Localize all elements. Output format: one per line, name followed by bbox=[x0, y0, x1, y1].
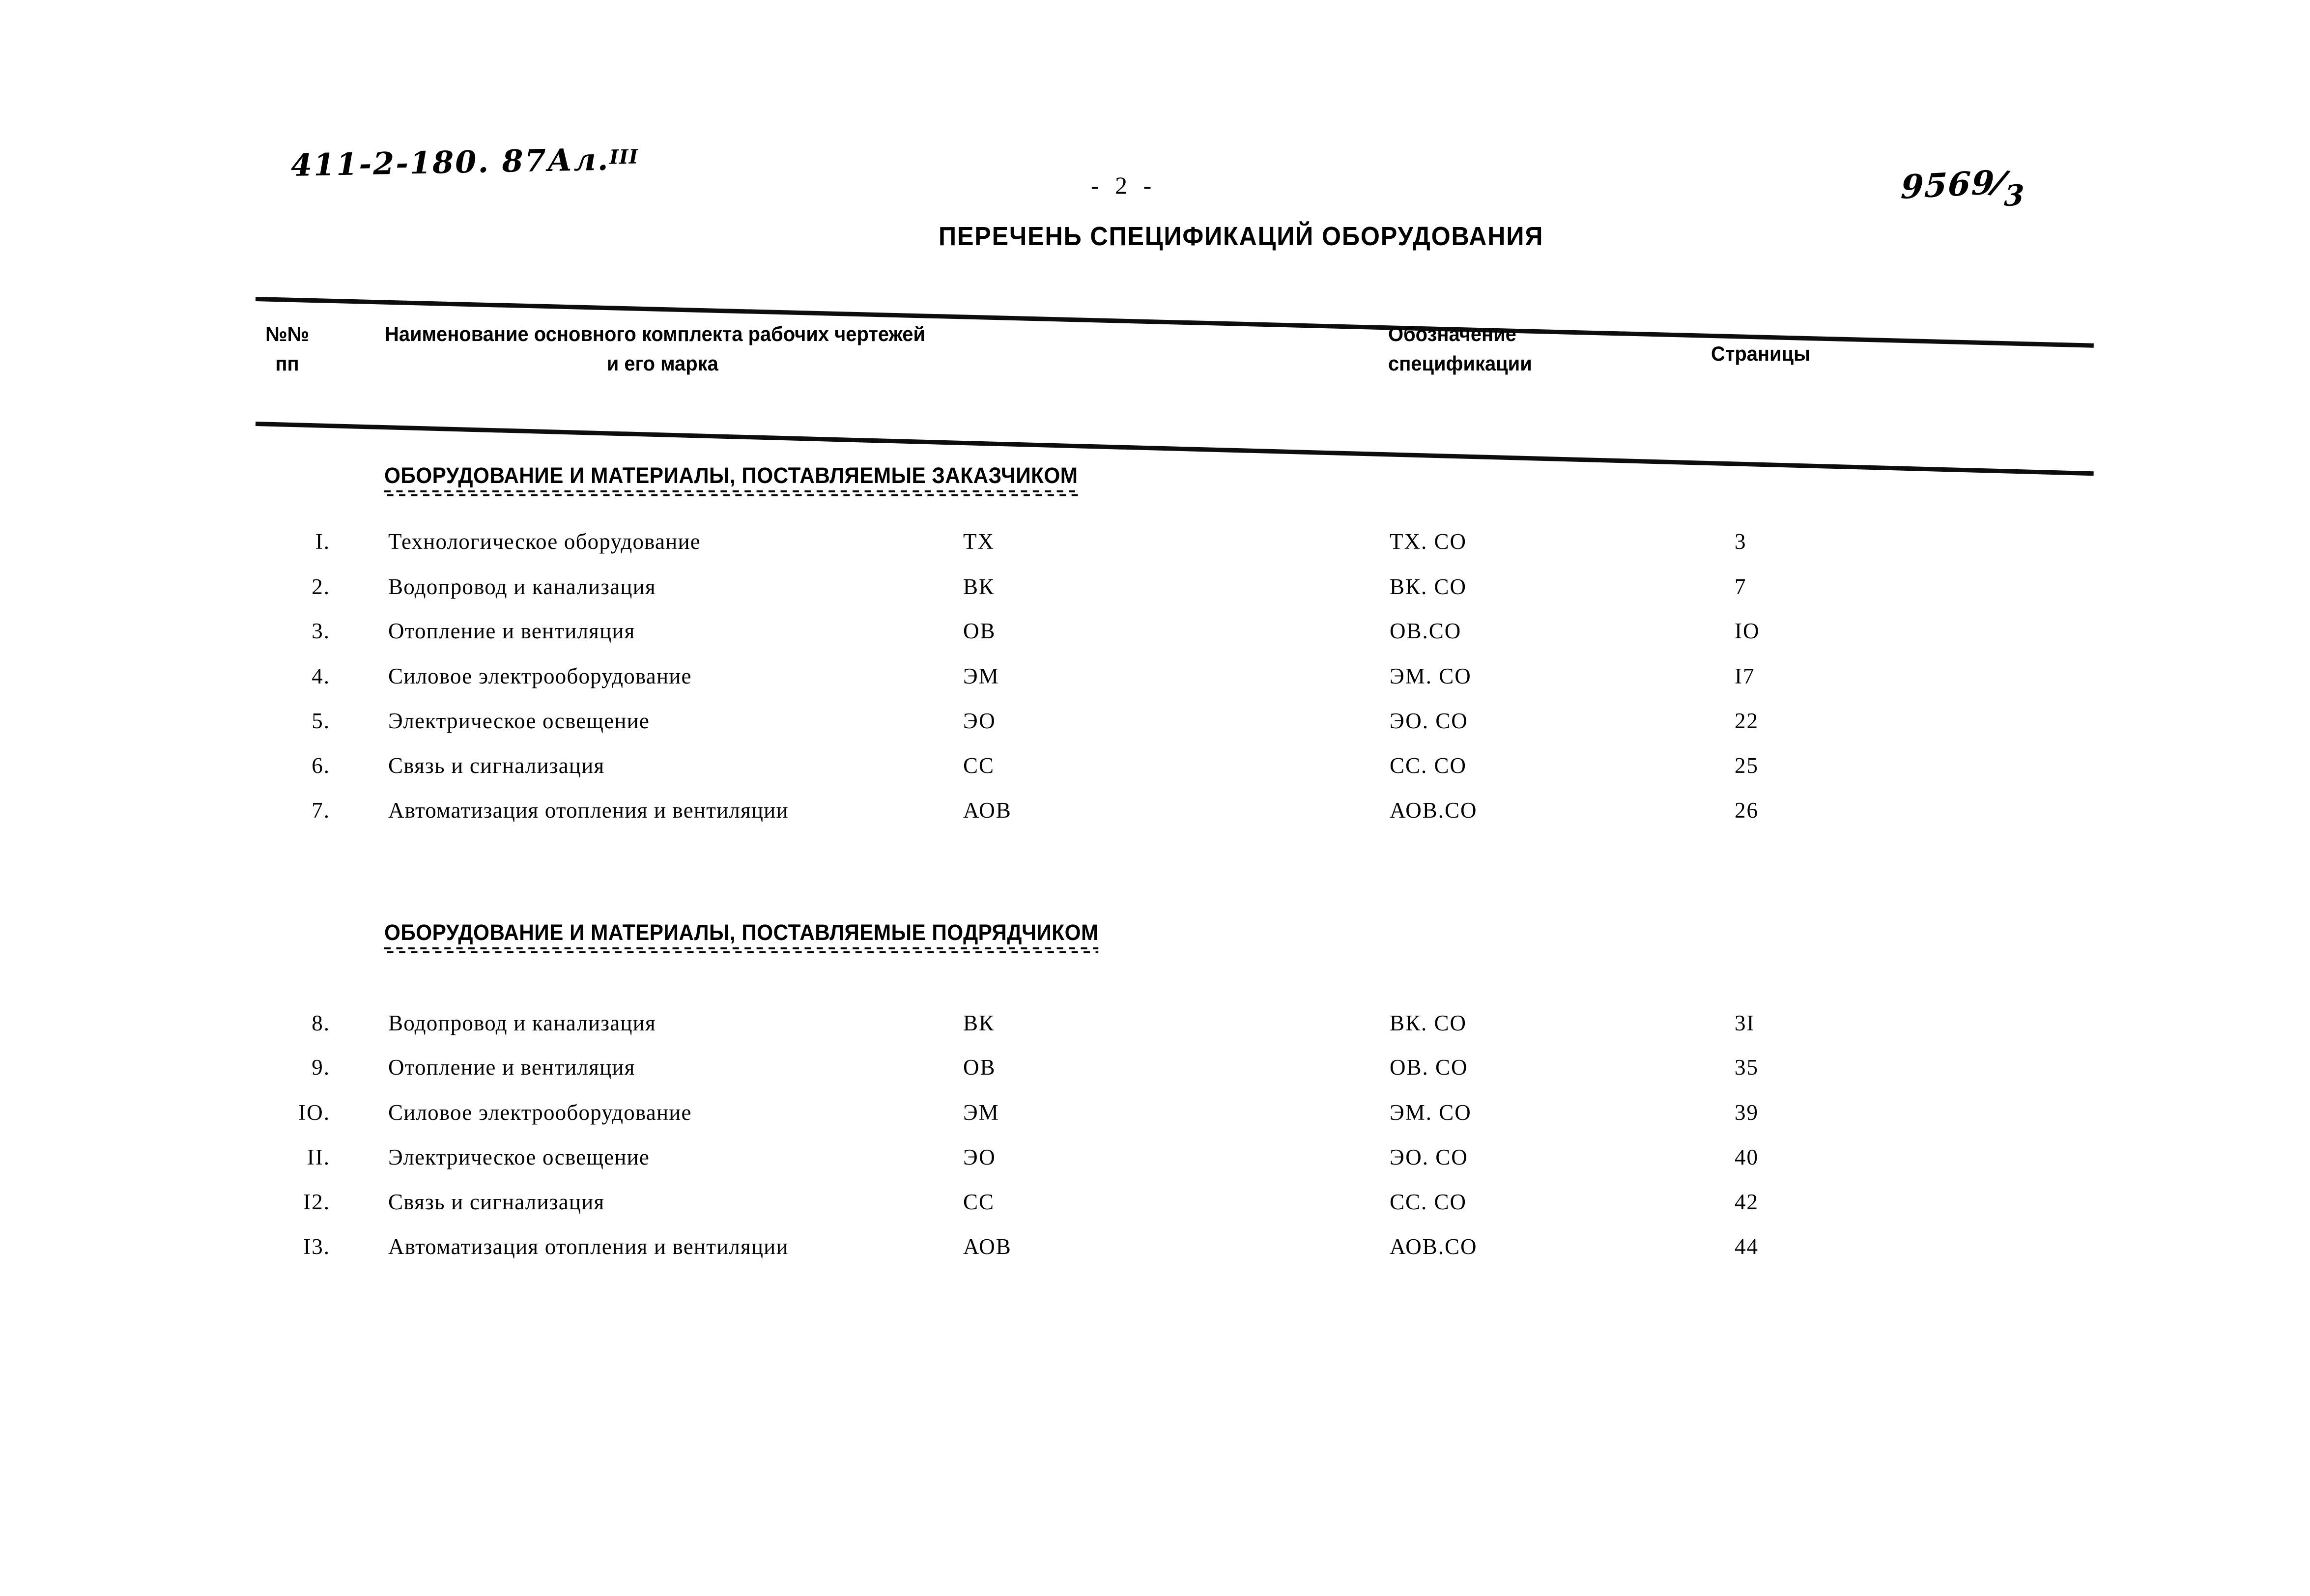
table-row: 4. Силовое электрооборудование ЭМ ЭМ. СО I7 bbox=[0, 663, 2310, 688]
column-header-number: №№ пп bbox=[265, 319, 309, 378]
table-row: I2. Связь и сигнализация СС СС. СО 42 bbox=[0, 1189, 2310, 1214]
row-cell-mark: СС bbox=[963, 753, 995, 778]
row-cell-mark: ЭО bbox=[963, 709, 996, 733]
row-cell-mark: ОВ bbox=[963, 619, 996, 643]
row-cell-specification: АОВ.СО bbox=[1390, 798, 1478, 823]
row-cell-page: 39 bbox=[1735, 1100, 1759, 1125]
table-row: I. Технологическое оборудование ТХ ТХ. СО 3 bbox=[0, 529, 2310, 554]
section-heading-customer-supplied: ОБОРУДОВАНИЕ И МАТЕРИАЛЫ, ПОСТАВЛЯЕМЫЕ З… bbox=[384, 463, 1078, 496]
row-cell-name: Технологическое оборудование bbox=[388, 529, 701, 554]
row-cell-name: Автоматизация отопления и вентиляции bbox=[388, 798, 789, 823]
row-cell-specification: СС. СО bbox=[1390, 753, 1467, 778]
row-cell-specification: ЭО. СО bbox=[1390, 1145, 1468, 1169]
row-cell-name: Связь и сигнализация bbox=[388, 1190, 605, 1214]
row-cell-page: IO bbox=[1735, 619, 1760, 643]
archive-stamp-numerator: 9569 bbox=[1900, 163, 1996, 207]
row-cell-number: 3. bbox=[312, 619, 330, 643]
row-cell-name: Отопление и вентиляция bbox=[388, 1055, 635, 1080]
row-cell-specification: ЭМ. СО bbox=[1390, 664, 1472, 688]
row-cell-page: 44 bbox=[1735, 1234, 1759, 1259]
table-row: 5. Электрическое освещение ЭО ЭО. СО 22 bbox=[0, 708, 2310, 733]
column-header-specification: Обозначение спецификации bbox=[1388, 319, 1532, 378]
row-cell-mark: ЭО bbox=[963, 1145, 996, 1169]
row-cell-page: 40 bbox=[1735, 1145, 1759, 1169]
row-cell-name: Водопровод и канализация bbox=[388, 574, 656, 599]
row-cell-name: Силовое электрооборудование bbox=[388, 1100, 692, 1125]
row-cell-page: I7 bbox=[1735, 664, 1755, 688]
row-cell-number: 5. bbox=[312, 709, 330, 733]
archive-stamp-denominator: 3 bbox=[2003, 178, 2026, 213]
row-cell-name: Силовое электрооборудование bbox=[388, 664, 692, 688]
handwritten-archive-stamp: 9569/3 bbox=[1899, 161, 2026, 218]
row-cell-specification: АОВ.СО bbox=[1390, 1234, 1478, 1259]
row-cell-number: I. bbox=[315, 529, 330, 554]
row-cell-mark: СС bbox=[963, 1190, 995, 1214]
column-header-pages: Страницы bbox=[1711, 342, 1811, 365]
row-cell-name: Электрическое освещение bbox=[388, 709, 650, 733]
row-cell-mark: ЭМ bbox=[963, 1100, 999, 1125]
row-cell-specification: ОВ. СО bbox=[1390, 1055, 1468, 1080]
row-cell-mark: ТХ bbox=[963, 529, 995, 554]
table-row: IO. Силовое электрооборудование ЭМ ЭМ. СО 39 bbox=[0, 1100, 2310, 1125]
document-page: 411-2-180. 87Ал.III 9569/3 - 2 - ПЕРЕЧЕН… bbox=[0, 0, 2310, 1596]
row-cell-page: 3 bbox=[1735, 529, 1747, 554]
row-cell-mark: ВК bbox=[963, 1011, 995, 1035]
row-cell-number: IO. bbox=[298, 1100, 330, 1125]
row-cell-specification: ВК. СО bbox=[1390, 1011, 1467, 1035]
document-code-volume: III bbox=[609, 145, 639, 169]
row-cell-number: I3. bbox=[303, 1234, 330, 1259]
page-number: - 2 - bbox=[1091, 171, 1157, 199]
column-header-name: Наименование основного комплекта рабочих… bbox=[385, 319, 1062, 378]
row-cell-name: Электрическое освещение bbox=[388, 1145, 650, 1169]
row-cell-name: Автоматизация отопления и вентиляции bbox=[388, 1234, 789, 1259]
table-row: 3. Отопление и вентиляция ОВ ОВ.СО IO bbox=[0, 618, 2310, 643]
row-cell-mark: ВК bbox=[963, 574, 995, 599]
row-cell-page: 42 bbox=[1735, 1190, 1759, 1214]
row-cell-number: 6. bbox=[312, 753, 330, 778]
column-header-specification-line1: Обозначение bbox=[1388, 322, 1516, 345]
row-cell-page: 3I bbox=[1735, 1011, 1755, 1035]
row-cell-page: 35 bbox=[1735, 1055, 1759, 1080]
table-row: 8. Водопровод и канализация ВК ВК. СО 3I bbox=[0, 1010, 2310, 1035]
row-cell-number: 8. bbox=[312, 1011, 330, 1035]
row-cell-specification: ЭМ. СО bbox=[1390, 1100, 1472, 1125]
row-cell-mark: АОВ bbox=[963, 1234, 1012, 1259]
row-cell-specification: ЭО. СО bbox=[1390, 709, 1468, 733]
column-header-specification-line2: спецификации bbox=[1388, 352, 1532, 375]
section-heading-contractor-supplied: ОБОРУДОВАНИЕ И МАТЕРИАЛЫ, ПОСТАВЛЯЕМЫЕ П… bbox=[384, 920, 1099, 953]
table-row: 2. Водопровод и канализация ВК ВК. СО 7 bbox=[0, 574, 2310, 599]
row-cell-number: 7. bbox=[312, 798, 330, 823]
row-cell-specification: СС. СО bbox=[1390, 1190, 1467, 1214]
row-cell-specification: ВК. СО bbox=[1390, 574, 1467, 599]
row-cell-name: Отопление и вентиляция bbox=[388, 619, 635, 643]
row-cell-number: 9. bbox=[312, 1055, 330, 1080]
page-title: ПЕРЕЧЕНЬ СПЕЦИФИКАЦИЙ ОБОРУДОВАНИЯ bbox=[939, 222, 1544, 251]
row-cell-number: 2. bbox=[312, 574, 330, 599]
row-cell-number: 4. bbox=[312, 664, 330, 688]
column-header-name-line1: Наименование основного комплекта рабочих… bbox=[385, 322, 926, 345]
row-cell-page: 22 bbox=[1735, 709, 1759, 733]
row-cell-page: 7 bbox=[1735, 574, 1747, 599]
table-row: 6. Связь и сигнализация СС СС. СО 25 bbox=[0, 753, 2310, 778]
row-cell-mark: АОВ bbox=[963, 798, 1012, 823]
row-cell-mark: ЭМ bbox=[963, 664, 999, 688]
table-row: 7. Автоматизация отопления и вентиляции АО… bbox=[0, 798, 2310, 823]
table-row: I3. Автоматизация отопления и вентиляции А… bbox=[0, 1234, 2310, 1259]
row-cell-specification: ТХ. СО bbox=[1390, 529, 1467, 554]
row-cell-name: Связь и сигнализация bbox=[388, 753, 605, 778]
row-cell-number: I2. bbox=[303, 1190, 330, 1214]
table-row: 9. Отопление и вентиляция ОВ ОВ. СО 35 bbox=[0, 1054, 2310, 1080]
column-header-number-line2: пп bbox=[275, 352, 299, 375]
document-code-text: 411-2-180. 87Ал. bbox=[290, 141, 610, 183]
table-row: II. Электрическое освещение ЭО ЭО. СО 40 bbox=[0, 1144, 2310, 1169]
row-cell-page: 26 bbox=[1735, 798, 1759, 823]
column-header-number-line1: №№ bbox=[265, 322, 309, 345]
column-header-name-line2: и его марка bbox=[606, 352, 718, 375]
row-cell-number: II. bbox=[307, 1145, 330, 1169]
handwritten-document-code: 411-2-180. 87Ал.III bbox=[290, 141, 639, 183]
row-cell-page: 25 bbox=[1735, 753, 1759, 778]
row-cell-specification: ОВ.СО bbox=[1390, 619, 1462, 643]
row-cell-mark: ОВ bbox=[963, 1055, 996, 1080]
row-cell-name: Водопровод и канализация bbox=[388, 1011, 656, 1035]
